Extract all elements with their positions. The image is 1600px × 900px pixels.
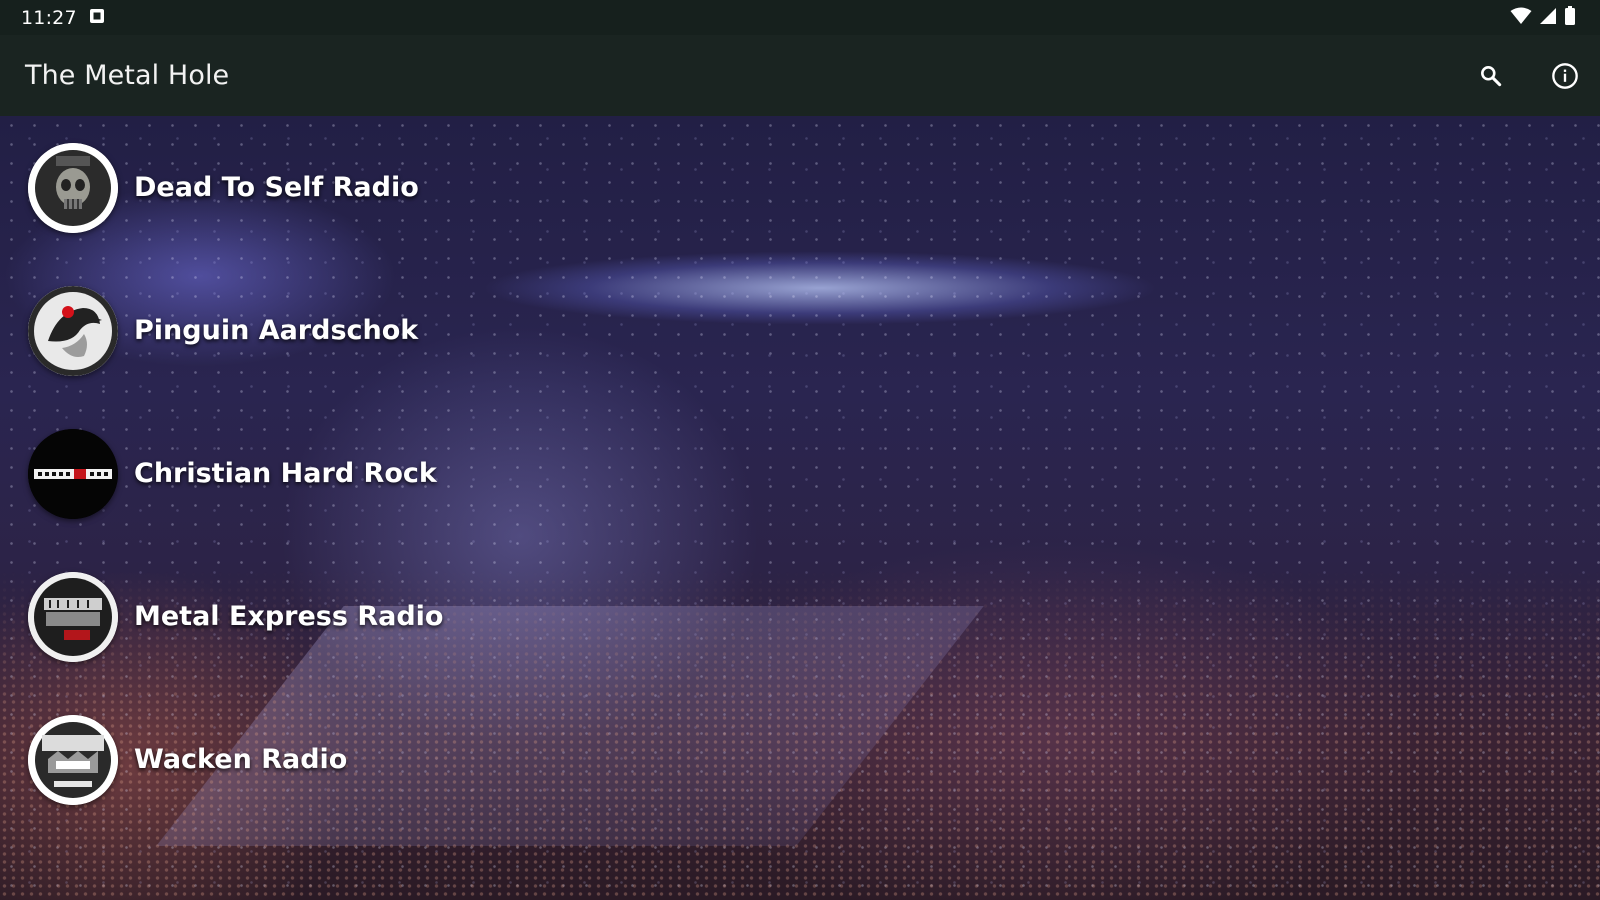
station-item-dead-to-self-radio[interactable]: Dead To Self Radio: [0, 116, 1600, 259]
station-list: Dead To Self Radio Pinguin Aardschok Chr…: [0, 116, 1600, 900]
signal-icon: [1539, 7, 1557, 29]
status-bar: 11:27: [0, 0, 1600, 35]
battery-icon: [1564, 5, 1576, 30]
station-item-pinguin-aardschok[interactable]: Pinguin Aardschok: [0, 259, 1600, 402]
app-title: The Metal Hole: [25, 60, 230, 91]
station-name: Wacken Radio: [134, 744, 348, 775]
status-time: 11:27: [21, 6, 77, 29]
station-name: Pinguin Aardschok: [134, 315, 419, 346]
station-name: Christian Hard Rock: [134, 458, 437, 489]
pinguin-logo-icon: [28, 285, 118, 376]
station-item-metal-express-radio[interactable]: Metal Express Radio: [0, 545, 1600, 688]
app-bar: The Metal Hole: [0, 35, 1600, 116]
search-button[interactable]: [1476, 61, 1506, 91]
station-list-view: Dead To Self Radio Pinguin Aardschok Chr…: [0, 116, 1600, 900]
info-button[interactable]: [1550, 61, 1580, 91]
dead-to-self-logo-icon: [28, 142, 118, 233]
wacken-logo-icon: [28, 714, 118, 805]
wifi-icon: [1510, 7, 1532, 29]
station-item-christian-hard-rock[interactable]: Christian Hard Rock: [0, 402, 1600, 545]
christian-hard-rock-logo-icon: [28, 428, 118, 519]
info-icon: [1552, 62, 1578, 89]
search-icon: [1481, 65, 1502, 86]
notification-icon: [89, 8, 105, 28]
station-name: Dead To Self Radio: [134, 172, 419, 203]
metal-express-logo-icon: [28, 571, 118, 662]
station-name: Metal Express Radio: [134, 601, 444, 632]
station-item-wacken-radio[interactable]: Wacken Radio: [0, 688, 1600, 831]
